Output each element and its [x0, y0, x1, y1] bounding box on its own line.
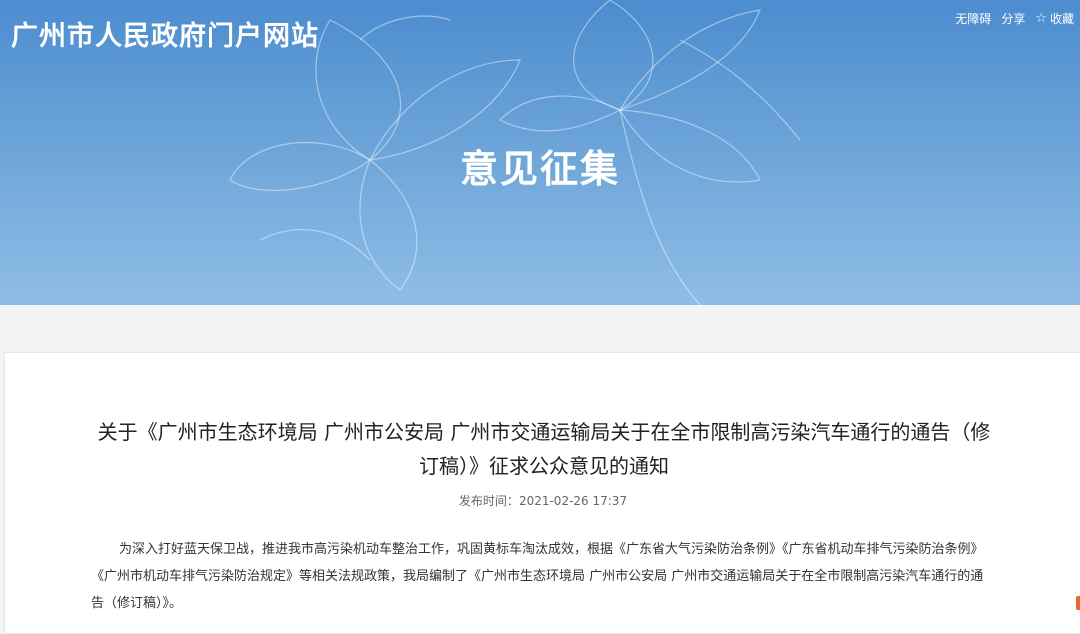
favorite-link[interactable]: ☆ 收藏: [1035, 10, 1074, 27]
header-banner: 广州市人民政府门户网站 无障碍 分享 ☆ 收藏 意见征集: [0, 0, 1080, 305]
article-title: 关于《广州市生态环境局 广州市公安局 广州市交通运输局关于在全市限制高污染汽车通…: [97, 420, 991, 478]
publish-time: 发布时间：2021-02-26 17:37: [5, 492, 1080, 509]
article-body: 为深入打好蓝天保卫战，推进我市高污染机动车整治工作，巩固黄标车淘汰成效，根据《广…: [91, 542, 984, 611]
publish-time-value: 2021-02-26 17:37: [518, 494, 628, 508]
site-title[interactable]: 广州市人民政府门户网站: [11, 14, 319, 53]
banner-heading: 意见征集: [459, 147, 620, 191]
header-toolbar: 无障碍 分享 ☆ 收藏: [955, 10, 1074, 27]
favorite-label: 收藏: [1049, 12, 1074, 26]
side-tab[interactable]: [1076, 596, 1080, 610]
article-card: 关于《广州市生态环境局 广州市公安局 广州市交通运输局关于在全市限制高污染汽车通…: [4, 352, 1080, 634]
accessibility-link[interactable]: 无障碍: [955, 10, 991, 27]
publish-time-label: 发布时间：: [458, 494, 519, 508]
star-icon: ☆: [1035, 11, 1047, 26]
share-link[interactable]: 分享: [1001, 10, 1025, 27]
